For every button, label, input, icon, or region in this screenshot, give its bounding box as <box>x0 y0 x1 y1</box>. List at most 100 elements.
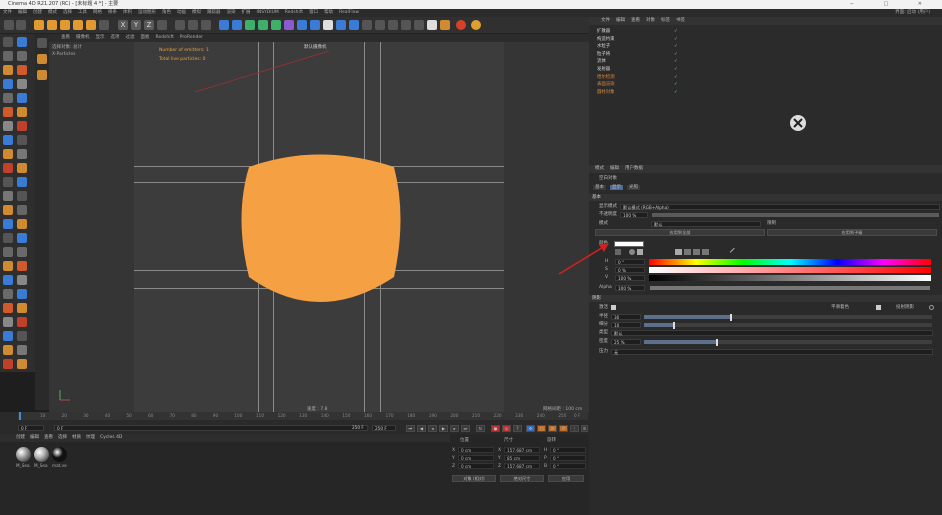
tool-icon[interactable] <box>17 359 27 369</box>
workplane-icon[interactable] <box>37 70 47 80</box>
picker-mode-icon[interactable] <box>615 249 621 255</box>
tool-icon[interactable] <box>17 205 27 215</box>
array-icon[interactable] <box>258 20 268 30</box>
attribute-menu-item[interactable]: 模式 <box>595 166 604 171</box>
x-axis-button[interactable]: X <box>118 20 128 30</box>
attribute-menu-item[interactable]: 编辑 <box>610 166 619 171</box>
visibility-check-icon[interactable]: ✓ <box>674 59 678 64</box>
pla-key-button[interactable]: ⋮ <box>570 425 579 432</box>
tool-icon[interactable] <box>17 261 27 271</box>
coord-mode-select[interactable]: 对象 (相对) <box>452 475 496 482</box>
material-menu-item[interactable]: 编辑 <box>30 435 39 440</box>
xp-question-icon[interactable] <box>362 20 372 30</box>
tool-icon[interactable] <box>17 79 27 89</box>
tool-icon[interactable] <box>17 233 27 243</box>
position-key-button[interactable]: ✥ <box>526 425 535 432</box>
menu-item[interactable]: 帮助 <box>324 10 333 15</box>
tool-icon[interactable] <box>3 289 13 299</box>
cylinder-object[interactable] <box>239 147 409 312</box>
goto-start-button[interactable]: ⏮ <box>406 425 415 432</box>
tool-icon[interactable] <box>3 107 13 117</box>
attribute-menu-item[interactable]: 用户数据 <box>625 166 643 171</box>
locked-axis-icon[interactable] <box>99 20 109 30</box>
subdivision-icon[interactable] <box>245 20 255 30</box>
floor-icon[interactable] <box>297 20 307 30</box>
current-frame-slider[interactable]: 0 F <box>54 425 368 431</box>
tool-icon[interactable] <box>3 261 13 271</box>
tool-icon[interactable] <box>17 121 27 131</box>
object-row[interactable]: 表面渲染 ✓ <box>589 81 942 88</box>
tool-icon[interactable] <box>17 289 27 299</box>
menu-item[interactable]: 样条 <box>108 10 117 15</box>
visibility-check-icon[interactable]: ✓ <box>674 90 678 95</box>
saturation-slider[interactable] <box>649 267 931 273</box>
object-row[interactable]: 扩散器 ✓ <box>589 28 942 35</box>
xp-sphere-icon[interactable] <box>427 20 437 30</box>
rot-field[interactable]: 0 ° <box>550 447 586 453</box>
snap-icon[interactable] <box>37 54 47 64</box>
alpha-field[interactable]: 100 % <box>615 285 645 291</box>
cube-icon[interactable] <box>219 20 229 30</box>
tool-icon[interactable] <box>3 135 13 145</box>
apply-button[interactable]: 应用 <box>548 475 584 482</box>
opacity-field[interactable]: 100 % <box>620 212 648 218</box>
move-icon[interactable] <box>47 20 57 30</box>
style-select[interactable]: 默认 <box>651 221 761 227</box>
tool-icon[interactable] <box>3 331 13 341</box>
material-menu-item[interactable]: 材质 <box>72 435 81 440</box>
menu-item[interactable]: 渲染 <box>227 10 236 15</box>
tool-icon[interactable] <box>3 37 13 47</box>
rotation-key-button[interactable]: ⟳ <box>548 425 557 432</box>
tool-icon[interactable] <box>17 93 27 103</box>
keyframe-selection-button[interactable]: ? <box>513 425 522 432</box>
viewport-menu-item[interactable]: 过滤 <box>126 35 135 40</box>
xp-emitter-icon[interactable] <box>336 20 346 30</box>
tool-icon[interactable] <box>3 65 13 75</box>
pos-field[interactable]: 0 cm <box>458 455 494 461</box>
tool-icon[interactable] <box>3 317 13 327</box>
attribute-tab[interactable]: 基本 <box>593 185 606 190</box>
tool-icon[interactable] <box>3 275 13 285</box>
menu-item[interactable]: 运动图形 <box>138 10 156 15</box>
object-row[interactable]: 发射器 ✓ <box>589 66 942 73</box>
type-select[interactable]: 默认 <box>611 330 933 336</box>
scale-key-button[interactable]: ▢ <box>537 425 546 432</box>
tool-icon[interactable] <box>17 275 27 285</box>
menu-item[interactable]: 角色 <box>162 10 171 15</box>
param-key-button[interactable]: P <box>559 425 568 432</box>
tool-icon[interactable] <box>17 163 27 173</box>
object-manager-menu-item[interactable]: 对象 <box>646 18 655 23</box>
rotate-icon[interactable] <box>73 20 83 30</box>
tool-icon[interactable] <box>3 303 13 313</box>
coordinate-system-icon[interactable] <box>157 20 167 30</box>
radius-field[interactable]: 30 <box>611 314 641 320</box>
tool-icon[interactable] <box>17 65 27 75</box>
object-manager-menu-item[interactable]: 查看 <box>631 18 640 23</box>
tool-icon[interactable] <box>3 79 13 89</box>
tool-icon[interactable] <box>3 345 13 355</box>
kelvin-mode-icon[interactable] <box>693 249 700 255</box>
density-slider[interactable] <box>643 339 933 346</box>
tool-icon[interactable] <box>3 247 13 257</box>
undo-icon[interactable] <box>4 20 14 30</box>
viewport-menu-item[interactable]: ProRender <box>180 35 203 40</box>
window-controls[interactable]: − □ ✕ <box>850 0 936 9</box>
density-field[interactable]: 25 % <box>611 339 641 345</box>
tool-icon[interactable] <box>3 233 13 243</box>
viewport-menu-item[interactable]: 选项 <box>111 35 120 40</box>
menu-item[interactable]: 创建 <box>33 10 42 15</box>
timeline-ruler[interactable]: 10 20 30 40 50 60 70 80 90 100 110 120 130 140 150 160 1… <box>18 412 588 420</box>
layout-selector[interactable]: 界面: 启动 (用户) <box>895 9 930 17</box>
render-view-icon[interactable] <box>175 20 185 30</box>
visibility-check-icon[interactable]: ✓ <box>674 29 678 34</box>
tool-icon[interactable] <box>17 219 27 229</box>
color-swatch[interactable] <box>614 241 644 247</box>
menu-item[interactable]: Redshift <box>285 10 303 15</box>
tool-icon[interactable] <box>17 107 27 117</box>
s-field[interactable]: 0 % <box>615 267 645 273</box>
object-row[interactable]: 圆柱对象 ✓ <box>589 89 942 96</box>
menu-item[interactable]: INSYDIUM <box>257 10 279 15</box>
cycles-icon[interactable] <box>471 20 481 30</box>
autokey-button[interactable]: ◎ <box>502 425 511 432</box>
render-settings-icon[interactable] <box>201 20 211 30</box>
